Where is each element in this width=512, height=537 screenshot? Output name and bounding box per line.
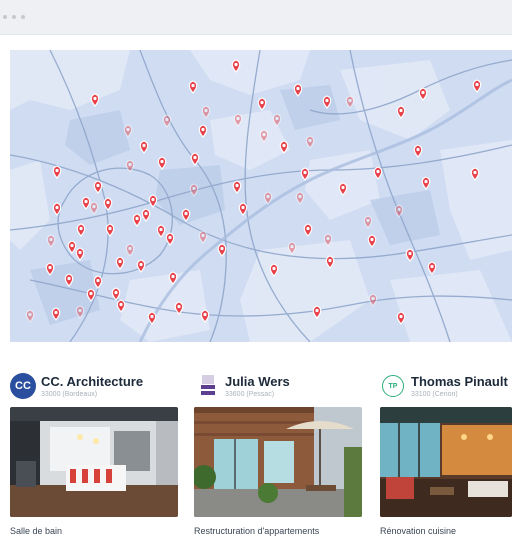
contractor-card[interactable]: CC CC. Architecture 33000 (Bordeaux) Sal… bbox=[10, 360, 180, 537]
contractor-name[interactable]: Thomas Pinault bbox=[411, 374, 508, 389]
contractor-location: 33000 (Bordeaux) bbox=[41, 391, 98, 398]
contractor-header: TP Thomas Pinault 33100 (Cenon) bbox=[380, 373, 512, 401]
contractor-header: Julia Wers 33600 (Pessac) bbox=[194, 373, 364, 401]
apartment-exterior-image bbox=[194, 407, 362, 517]
kitchen-interior-image bbox=[10, 407, 178, 517]
contractor-location: 33600 (Pessac) bbox=[225, 391, 275, 398]
contractor-header: CC CC. Architecture 33000 (Bordeaux) bbox=[10, 373, 180, 401]
contractor-logo-cc: CC bbox=[10, 373, 36, 399]
project-photo-bathroom[interactable] bbox=[10, 407, 178, 517]
contractor-card[interactable]: TP Thomas Pinault 33100 (Cenon) Rénovati… bbox=[380, 360, 512, 537]
kitchen-renovation-image bbox=[380, 407, 512, 517]
window-control-dot[interactable] bbox=[12, 15, 16, 19]
project-title[interactable]: Restructuration d'appartements bbox=[194, 526, 319, 536]
map-canvas[interactable] bbox=[10, 50, 512, 342]
project-photo-kitchen[interactable] bbox=[380, 407, 512, 517]
app-window: CC CC. Architecture 33000 (Bordeaux) Sal… bbox=[0, 0, 512, 537]
project-title[interactable]: Salle de bain bbox=[10, 526, 62, 536]
contractor-name[interactable]: CC. Architecture bbox=[41, 374, 143, 389]
window-control-dot[interactable] bbox=[3, 15, 7, 19]
contractor-list: CC CC. Architecture 33000 (Bordeaux) Sal… bbox=[0, 360, 512, 537]
contractor-logo-julia-wers bbox=[198, 375, 218, 397]
contractor-location: 33100 (Cenon) bbox=[411, 391, 458, 398]
logo-text: CC bbox=[15, 380, 31, 392]
map-view[interactable] bbox=[10, 50, 512, 342]
window-controls bbox=[3, 15, 25, 19]
window-control-dot[interactable] bbox=[21, 15, 25, 19]
contractor-name[interactable]: Julia Wers bbox=[225, 374, 290, 389]
window-titlebar bbox=[0, 0, 512, 35]
julia-wers-logo-icon bbox=[201, 375, 215, 395]
contractor-logo-tp: TP bbox=[382, 375, 404, 397]
logo-text: TP bbox=[388, 382, 398, 390]
contractor-card[interactable]: Julia Wers 33600 (Pessac) Restructuratio… bbox=[194, 360, 364, 537]
project-title[interactable]: Rénovation cuisine bbox=[380, 526, 456, 536]
project-photo-apartment[interactable] bbox=[194, 407, 362, 517]
